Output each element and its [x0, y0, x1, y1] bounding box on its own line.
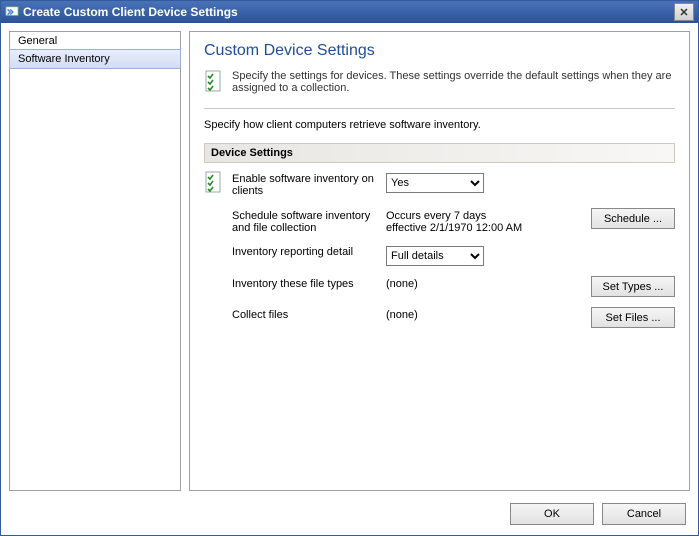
window-title: Create Custom Client Device Settings [23, 5, 674, 19]
types-value: (none) [386, 276, 528, 290]
cancel-button[interactable]: Cancel [602, 503, 686, 525]
nav-item-general[interactable]: General [10, 32, 180, 50]
page-title: Custom Device Settings [204, 42, 675, 60]
app-icon [5, 5, 19, 19]
detail-label: Inventory reporting detail [232, 244, 382, 258]
intro-text: Specify the settings for devices. These … [232, 70, 675, 94]
close-icon: ✕ [679, 6, 688, 19]
schedule-label: Schedule software inventory and file col… [232, 208, 382, 234]
types-label: Inventory these file types [232, 276, 382, 290]
row-icon [204, 171, 224, 198]
dialog-footer: OK Cancel [1, 495, 698, 535]
titlebar: Create Custom Client Device Settings ✕ [1, 1, 698, 23]
set-files-button[interactable]: Set Files ... [591, 307, 675, 328]
prompt-text: Specify how client computers retrieve so… [204, 119, 675, 131]
close-button[interactable]: ✕ [674, 3, 694, 21]
nav-item-label: Software Inventory [18, 53, 110, 65]
dialog-body: General Software Inventory Custom Device… [1, 23, 698, 535]
nav-item-label: General [18, 35, 57, 47]
nav-item-software-inventory[interactable]: Software Inventory [9, 49, 181, 69]
nav-panel: General Software Inventory [9, 31, 181, 491]
checklist-icon [204, 70, 224, 94]
dialog-window: Create Custom Client Device Settings ✕ G… [0, 0, 699, 536]
divider [204, 108, 675, 109]
main-split: General Software Inventory Custom Device… [1, 23, 698, 495]
collect-value: (none) [386, 307, 528, 321]
enable-select[interactable]: Yes [386, 173, 484, 193]
group-header: Device Settings [204, 143, 675, 163]
content-panel: Custom Device Settings Specify the setti… [189, 31, 690, 491]
enable-label: Enable software inventory on clients [232, 171, 382, 197]
set-types-button[interactable]: Set Types ... [591, 276, 675, 297]
schedule-value: Occurs every 7 days effective 2/1/1970 1… [386, 208, 528, 234]
schedule-button[interactable]: Schedule ... [591, 208, 675, 229]
intro-row: Specify the settings for devices. These … [204, 70, 675, 94]
settings-grid: Enable software inventory on clients Yes… [204, 171, 675, 328]
detail-select[interactable]: Full details [386, 246, 484, 266]
collect-label: Collect files [232, 307, 382, 321]
ok-button[interactable]: OK [510, 503, 594, 525]
checklist-icon [204, 186, 224, 198]
